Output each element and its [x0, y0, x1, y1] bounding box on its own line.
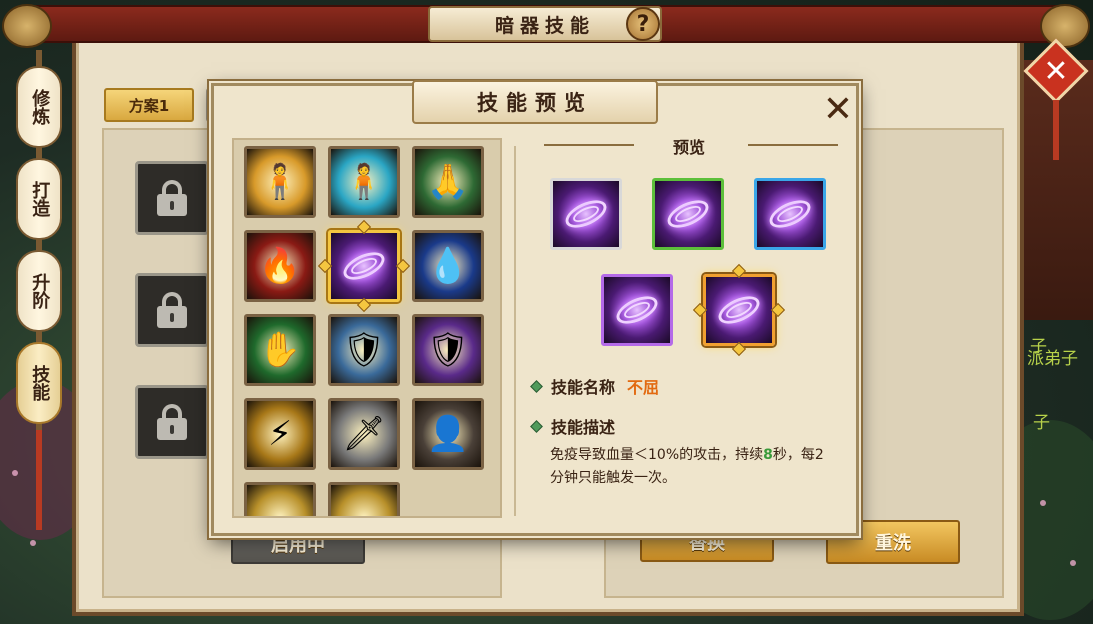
- skill-grid: 🧍 🧍 🙏 🔥 💧 ✋ 🛡 🛡 ⚡ 🗡 👤: [232, 138, 502, 518]
- skill-name-label: 技能名称: [551, 378, 616, 397]
- lock-icon: [157, 180, 187, 216]
- preview-rune-disc-3[interactable]: [754, 178, 826, 250]
- golden-partial-icon-1: [247, 485, 313, 516]
- modal-close-button[interactable]: ✕: [820, 92, 856, 128]
- desc-text: 免疫导致血量＜10%的攻击，持续: [550, 447, 764, 463]
- side-tab-upgrade[interactable]: 升阶: [16, 250, 62, 332]
- skill-cell-purple-rune-disc-icon[interactable]: [328, 230, 400, 302]
- background-text-3: 子: [1033, 413, 1050, 433]
- skill-preview-modal: 技能预览 ✕ 🧍 🧍 🙏 🔥 💧 ✋ 🛡 🛡 ⚡ 🗡 👤 预览 技能名称 不屈 技能描述 免疫导致血…: [211, 80, 859, 536]
- decorative-line: [748, 144, 838, 146]
- desc-duration: 8: [763, 447, 773, 463]
- decorative-line: [544, 144, 634, 146]
- side-tab-label: 修炼: [29, 89, 51, 125]
- side-tab-label: 升阶: [29, 273, 51, 309]
- side-tab-label: 技能: [29, 365, 51, 401]
- skill-cell-golden-partial-icon-2[interactable]: [328, 482, 400, 516]
- purple-rune-disc-icon: [331, 233, 397, 299]
- side-tab-label: 打造: [29, 181, 51, 217]
- purple-armor-icon: 🛡: [426, 330, 470, 370]
- modal-title: 技能预览: [412, 80, 658, 124]
- skill-desc-label: 技能描述: [551, 418, 616, 437]
- locked-skill-slot-3[interactable]: [135, 385, 209, 459]
- blue-flame-hand-icon: 💧: [426, 246, 470, 286]
- purple-rune-disc-icon: [553, 181, 619, 247]
- skill-cell-ice-shield-icon[interactable]: 🛡: [328, 314, 400, 386]
- skill-cell-golden-partial-icon-1[interactable]: [244, 482, 316, 516]
- skill-cell-purple-armor-icon[interactable]: 🛡: [412, 314, 484, 386]
- purple-rune-disc-icon: [706, 277, 772, 343]
- green-flame-hand-icon: ✋: [258, 330, 302, 370]
- tassel-decoration-left: [36, 430, 42, 530]
- skill-cell-cyan-aura-figure-icon[interactable]: 🧍: [328, 146, 400, 218]
- skill-name-value: 不屈: [627, 378, 660, 397]
- skill-cell-red-flame-hand-icon[interactable]: 🔥: [244, 230, 316, 302]
- preview-rune-disc-2[interactable]: [652, 178, 724, 250]
- locked-skill-slot-2[interactable]: [135, 273, 209, 347]
- diamond-bullet-icon: [530, 379, 543, 393]
- divider: [514, 146, 516, 516]
- background-text-2: 派弟子: [1027, 349, 1078, 369]
- help-button[interactable]: ?: [626, 7, 660, 41]
- preview-rune-disc-1[interactable]: [550, 178, 622, 250]
- beam-ornament-right: [1040, 4, 1090, 48]
- lock-icon: [157, 292, 187, 328]
- lock-icon: [157, 404, 187, 440]
- question-icon: ?: [636, 11, 650, 37]
- plan-tab-1[interactable]: 方案1: [104, 88, 194, 122]
- skill-name-row: 技能名称 不屈: [530, 374, 660, 398]
- close-icon: ✕: [822, 89, 854, 130]
- red-flame-hand-icon: 🔥: [258, 246, 302, 286]
- side-tab-cultivate[interactable]: 修炼: [16, 66, 62, 148]
- purple-rune-disc-icon: [604, 277, 670, 343]
- shadow-strike-icon: 👤: [426, 414, 470, 454]
- preview-heading: 预览: [672, 138, 705, 157]
- skill-cell-blue-flame-hand-icon[interactable]: 💧: [412, 230, 484, 302]
- skill-cell-green-flame-hand-icon[interactable]: ✋: [244, 314, 316, 386]
- skill-desc-row: 技能描述: [530, 414, 616, 438]
- skill-cell-golden-aura-figure-icon[interactable]: 🧍: [244, 146, 316, 218]
- skill-cell-golden-dash-warrior-icon[interactable]: ⚡: [244, 398, 316, 470]
- golden-aura-figure-icon: 🧍: [258, 162, 302, 202]
- tassel-decoration: [1053, 100, 1059, 160]
- purple-rune-disc-icon: [655, 181, 721, 247]
- locked-skill-slot-1[interactable]: [135, 161, 209, 235]
- golden-dash-warrior-icon: ⚡: [268, 414, 292, 454]
- plan-tab-label: 方案1: [128, 96, 170, 115]
- silver-blades-icon: 🗡: [342, 414, 386, 454]
- skill-description: 免疫导致血量＜10%的攻击，持续8秒，每2分钟只能触发一次。: [550, 444, 830, 490]
- purple-rune-disc-icon: [757, 181, 823, 247]
- preview-rune-disc-4[interactable]: [601, 274, 673, 346]
- cyan-aura-figure-icon: 🧍: [342, 162, 386, 202]
- side-tab-forge[interactable]: 打造: [16, 158, 62, 240]
- ice-shield-icon: 🛡: [342, 330, 386, 370]
- praying-hands-icon: 🙏: [426, 162, 470, 202]
- skill-cell-silver-blades-icon[interactable]: 🗡: [328, 398, 400, 470]
- skill-cell-shadow-strike-icon[interactable]: 👤: [412, 398, 484, 470]
- diamond-bullet-icon: [530, 419, 543, 433]
- close-icon: ✕: [1043, 53, 1069, 89]
- golden-partial-icon-2: [331, 485, 397, 516]
- beam-ornament-left: [2, 4, 52, 48]
- skill-cell-praying-hands-icon[interactable]: 🙏: [412, 146, 484, 218]
- side-tab-skills[interactable]: 技能: [16, 342, 62, 424]
- preview-rune-disc-5[interactable]: [703, 274, 775, 346]
